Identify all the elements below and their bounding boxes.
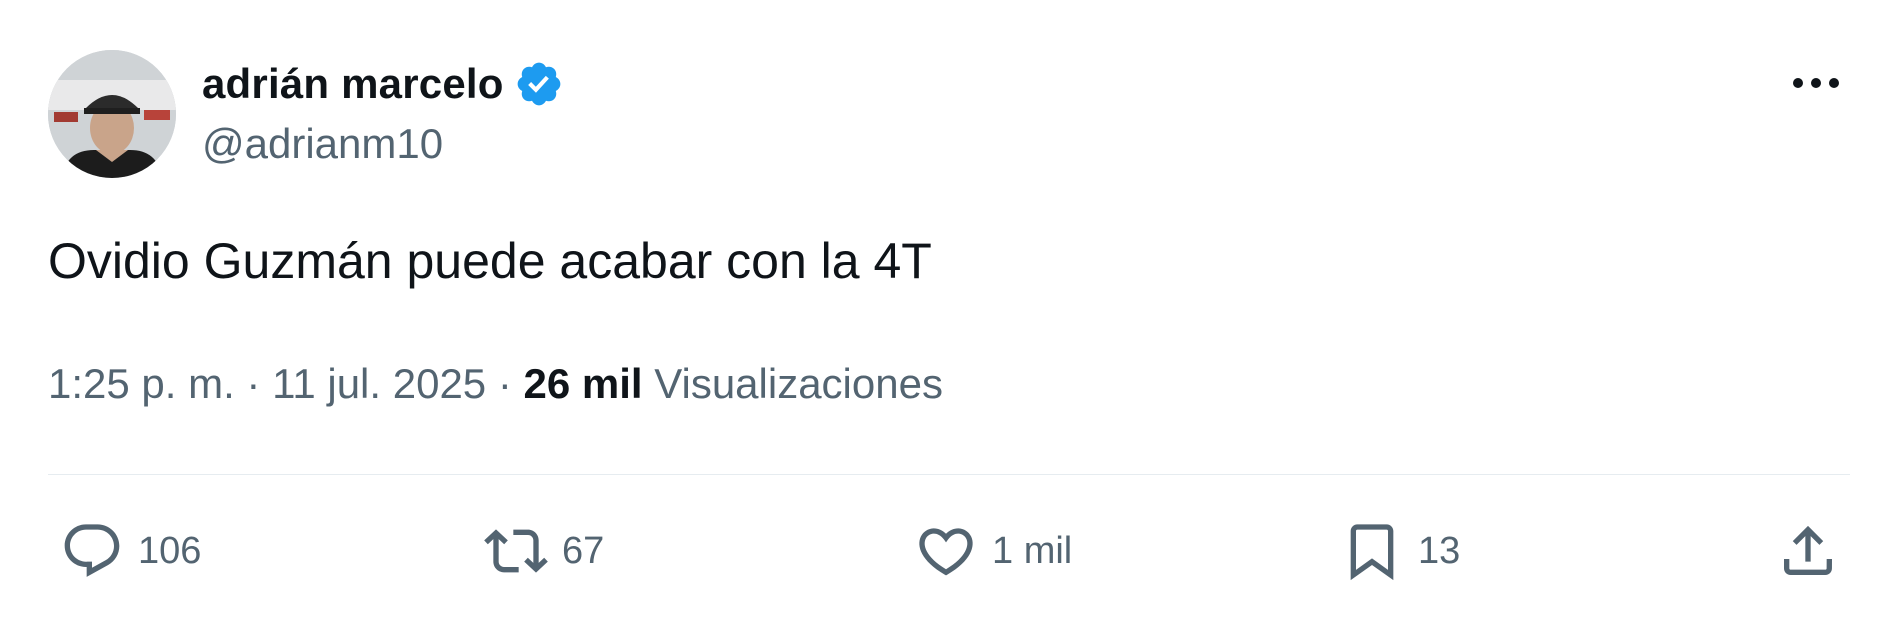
retweet-icon [484, 529, 548, 573]
retweet-button[interactable]: 67 [484, 516, 604, 586]
views-count: 26 mil [523, 360, 643, 407]
like-count: 1 mil [992, 529, 1073, 572]
meta-separator: · [234, 360, 273, 407]
avatar-image [48, 50, 176, 178]
bookmark-count: 13 [1418, 529, 1461, 572]
tweet-text: Ovidio Guzmán puede acabar con la 4T [48, 233, 932, 289]
verified-badge-icon [517, 62, 560, 106]
reply-button[interactable]: 106 [60, 516, 201, 586]
heart-icon [919, 528, 973, 576]
divider [48, 474, 1850, 475]
more-options-button[interactable] [1788, 68, 1844, 98]
more-icon [1793, 78, 1839, 88]
meta-separator: · [486, 360, 524, 407]
bookmark-icon [1350, 524, 1394, 581]
action-bar: 106 67 1 mil 13 [48, 516, 1850, 586]
reply-count: 106 [138, 529, 202, 572]
share-button[interactable] [1776, 516, 1840, 586]
like-button[interactable]: 1 mil [914, 516, 1072, 586]
tweet-card: adrián marcelo @adrianm10 Ovidio Guzmán … [0, 0, 1892, 620]
share-icon [1784, 525, 1832, 575]
user-handle[interactable]: @adrianm10 [202, 120, 443, 168]
views-label: Visualizaciones [654, 360, 943, 407]
retweet-count: 67 [562, 529, 605, 572]
reply-icon [64, 524, 120, 577]
tweet-meta: 1:25 p. m. · 11 jul. 2025 · 26 mil Visua… [48, 360, 943, 408]
tweet-time[interactable]: 1:25 p. m. [48, 360, 235, 407]
bookmark-button[interactable]: 13 [1340, 516, 1460, 586]
tweet-date[interactable]: 11 jul. 2025 [272, 360, 486, 407]
display-name[interactable]: adrián marcelo [202, 60, 504, 108]
author-name-row[interactable]: adrián marcelo [202, 54, 564, 114]
avatar[interactable] [48, 50, 176, 178]
